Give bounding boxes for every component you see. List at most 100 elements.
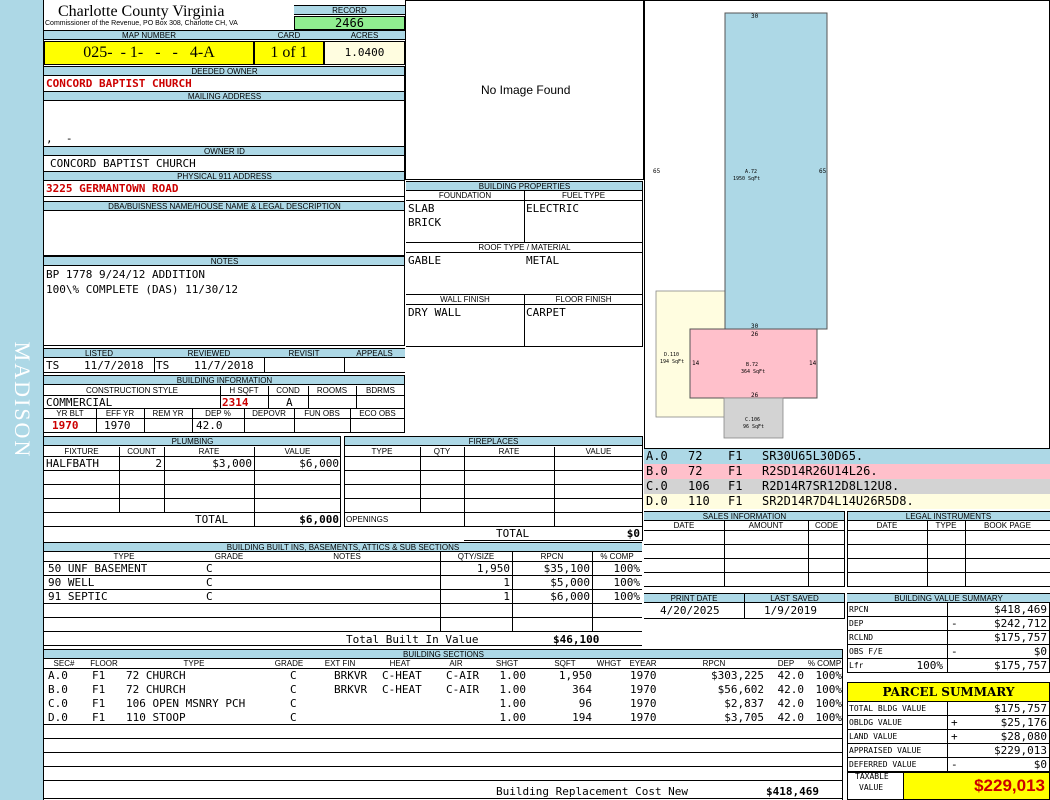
- builtin-row-2-type: 90 WELL: [48, 576, 95, 589]
- map-label: MAP NUMBER: [44, 30, 254, 40]
- section-row-type: 72 CHURCH: [126, 683, 186, 696]
- section-row-comp: 100%: [815, 669, 843, 682]
- acres-label: ACRES: [324, 30, 405, 40]
- section-row-grade: C: [290, 697, 297, 710]
- section-row-sec: B.0: [48, 683, 68, 696]
- builtin-row-1-grade: C: [206, 562, 213, 575]
- reviewed-by: TS: [156, 359, 170, 372]
- plumbing-col-value: VALUE: [284, 447, 311, 456]
- depreciation: 42.0: [196, 419, 223, 432]
- listed-label: LISTED: [44, 348, 154, 358]
- yrblt-label: YR BLT: [56, 409, 84, 418]
- bvs-row-pct: 100%: [916, 659, 944, 672]
- fireplace-total-label: TOTAL: [496, 527, 530, 540]
- plumbing-fixture: HALFBATH: [46, 457, 99, 470]
- county-title: Charlotte County Virginia: [58, 3, 225, 20]
- bvs-label: BUILDING VALUE SUMMARY: [847, 593, 1050, 603]
- sections-col-type: TYPE: [183, 659, 205, 668]
- builtin-row-1-rpcn: $35,100: [543, 562, 590, 575]
- parcel-row-value: $28,080: [1000, 730, 1047, 743]
- sketch-area: 30 30 65 65 A.72 1950 SqFt 26 26 14 14 B…: [644, 0, 1050, 449]
- fuel-label: FUEL TYPE: [561, 191, 606, 200]
- legend-desc: SR30U65L30D65.: [762, 450, 864, 463]
- parcel-row-label: DEFERRED VALUE: [849, 760, 917, 769]
- section-row-comp: 100%: [815, 711, 843, 724]
- sketch-a-sqft: 1950 SqFt: [733, 176, 760, 182]
- bvs-divider: [947, 659, 948, 673]
- bvs-row-label: DEP: [849, 619, 864, 628]
- parcel-summary-title: PARCEL SUMMARY: [847, 682, 1050, 702]
- sketch-a-left-dim: 65: [653, 168, 661, 175]
- legend-floor: F1: [728, 465, 743, 478]
- plumbing-col-rate: RATE: [198, 447, 220, 456]
- fireplace-col-rate: RATE: [498, 447, 520, 456]
- roof-material: METAL: [526, 254, 560, 267]
- sections-col-shgt: SHGT: [495, 659, 519, 668]
- legal-label: LEGAL INSTRUMENTS: [847, 511, 1050, 521]
- sketch-b-top-dim: 26: [751, 331, 759, 338]
- legend-code: B.0: [646, 465, 668, 478]
- sections-col-sqft: SQFT: [554, 659, 576, 668]
- section-row-floor: F1: [92, 669, 106, 682]
- hsqft-label: H SQFT: [229, 386, 259, 395]
- sketch-b-label: B.72: [746, 362, 758, 368]
- sections-col-ext: EXT FIN: [324, 659, 356, 668]
- section-row-rpcn: $3,705: [724, 711, 764, 724]
- parcel-row-label: OBLDG VALUE: [849, 718, 902, 727]
- builtins-total: $46,100: [553, 633, 600, 646]
- building-properties-label: BUILDING PROPERTIES: [406, 181, 643, 191]
- builtins-col-qty: QTY/SIZE: [457, 552, 495, 561]
- owner-id-label: OWNER ID: [44, 146, 405, 156]
- builtin-row-1-qty: 1,950: [476, 562, 510, 575]
- fireplace-col-type: TYPE: [371, 447, 393, 456]
- no-image-message: No Image Found: [481, 83, 571, 97]
- section-row-air: C-AIR: [446, 683, 480, 696]
- notes-line-1: BP 1778 9/24/12 ADDITION: [46, 268, 205, 281]
- year-built: 1970: [52, 419, 79, 432]
- section-row-heat: C-HEAT: [382, 683, 422, 696]
- section-row-shgt: 1.00: [499, 697, 527, 710]
- section-row-type: 106 OPEN MSNRY PCH: [126, 697, 246, 710]
- parcel-divider: [947, 716, 948, 730]
- parcel-row-value: $0: [1033, 758, 1047, 771]
- legend-desc: R2SD14R26U14L26.: [762, 465, 878, 478]
- taxable-label-1: TAXABLE: [855, 772, 889, 781]
- bvs-row-label: Lfr: [849, 661, 864, 670]
- bvs-row-label: RPCN: [849, 605, 869, 614]
- builtins-label: BUILDING BUILT INS, BASEMENTS, ATTICS & …: [44, 542, 642, 552]
- section-row-floor: F1: [92, 711, 106, 724]
- floor-finish-label: FLOOR FINISH: [555, 295, 612, 304]
- sections-col-air: AIR: [449, 659, 463, 668]
- taxable-label-2: VALUE: [859, 783, 884, 792]
- bdrms-label: BDRMS: [366, 386, 395, 395]
- funobs-label: FUN OBS: [304, 409, 340, 418]
- legend-code: A.0: [646, 450, 668, 463]
- parcel-row-label: TOTAL BLDG VALUE: [849, 704, 927, 713]
- plumbing-rate: $3,000: [212, 457, 252, 470]
- legend-floor: F1: [728, 480, 743, 493]
- parcel-row-sign: +: [951, 730, 958, 743]
- building-sketch: 30 30 65 65 A.72 1950 SqFt 26 26 14 14 B…: [653, 12, 828, 439]
- section-row-dep: 42.0: [777, 669, 805, 682]
- deeded-owner-label: DEEDED OWNER: [44, 66, 405, 76]
- print-date-label: PRINT DATE: [644, 593, 744, 603]
- builtins-total-label: Total Built In Value: [346, 633, 479, 646]
- sections-col-eyear: EYEAR: [629, 659, 657, 668]
- builtins-col-grade: GRADE: [214, 552, 244, 561]
- foundation-label: FOUNDATION: [438, 191, 492, 200]
- legend-floor: F1: [728, 495, 743, 508]
- section-row-floor: F1: [92, 697, 106, 710]
- fuel-type: ELECTRIC: [526, 202, 579, 215]
- bvs-divider: [947, 617, 948, 631]
- section-row-type: 72 CHURCH: [126, 669, 186, 682]
- last-saved-date: 1/9/2019: [764, 604, 817, 617]
- sections-col-heat: HEAT: [389, 659, 411, 668]
- builtin-row-2-qty: 1: [503, 576, 510, 589]
- sketch-a-right-dim: 65: [819, 168, 827, 175]
- builtin-row-2-grade: C: [206, 576, 213, 589]
- legend-floor: F1: [728, 450, 743, 463]
- sales-col-code: CODE: [814, 521, 839, 530]
- plumbing-total-label: TOTAL: [195, 513, 229, 526]
- builtins-col-notes: NOTES: [333, 552, 361, 561]
- section-row-eyear: 1970: [630, 683, 657, 696]
